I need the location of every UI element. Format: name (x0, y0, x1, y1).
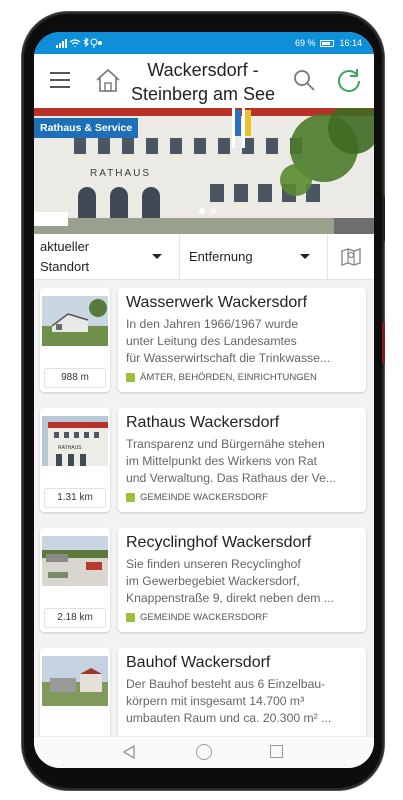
distance-label: 1.31 km (44, 488, 106, 508)
sort-select[interactable]: Entfernung (180, 234, 328, 280)
carousel-dot-active[interactable] (199, 208, 205, 214)
clock: 16:14 (339, 38, 362, 48)
item-description: Sie finden unseren Recyclinghof im Gewer… (126, 556, 358, 607)
desc-line: für Wasserwirtschaft die Trinkwasse... (126, 351, 331, 365)
app-header: Wackersdorf - Steinberg am See (34, 54, 374, 108)
sort-label: Entfernung (189, 249, 253, 264)
category-color-icon (126, 493, 135, 502)
depot-thumbnail (42, 656, 108, 706)
desc-line: umbauten Raum und ca. 20.300 m² ... (126, 711, 332, 725)
list-item[interactable]: 988 m Wasserwerk Wackersdorf In den Jahr… (40, 288, 368, 400)
volume-button (382, 196, 385, 242)
desc-line: Sie finden unseren Recyclinghof (126, 557, 301, 571)
chevron-down-icon (152, 254, 162, 259)
thumbnail-card[interactable] (40, 648, 110, 736)
category-label: GEMEINDE WACKERSDORF (140, 612, 268, 623)
thumbnail-card[interactable]: RATHAUS 1.31 km (40, 408, 110, 512)
content-card[interactable]: Rathaus Wackersdorf Transparenz und Bürg… (118, 408, 366, 512)
chevron-down-icon (300, 254, 310, 259)
signal-icon (56, 38, 102, 48)
hero-banner[interactable]: RATHAUS Rathaus & Service (34, 108, 374, 234)
map-button[interactable] (328, 234, 374, 279)
item-description: Der Bauhof besteht aus 6 Einzelbau- körp… (126, 676, 358, 727)
screen: 69 % 16:14 Wackersdorf - Steinberg am Se… (34, 32, 374, 768)
desc-line: unter Leitung des Landesamtes (126, 334, 297, 348)
desc-line: im Gewerbegebiet Wackersdorf, (126, 574, 300, 588)
item-description: In den Jahren 1966/1967 wurde unter Leit… (126, 316, 358, 367)
status-icons (56, 38, 102, 48)
search-icon[interactable] (292, 68, 316, 92)
category-tag: GEMEINDE WACKERSDORF (126, 492, 268, 503)
item-title: Wasserwerk Wackersdorf (126, 294, 308, 311)
carousel-dot[interactable] (210, 208, 216, 214)
list-item[interactable]: Bauhof Wackersdorf Der Bauhof besteht au… (40, 648, 368, 736)
back-icon[interactable] (122, 745, 136, 759)
map-icon (341, 248, 361, 266)
content-card[interactable]: Recyclinghof Wackersdorf Sie finden unse… (118, 528, 366, 632)
location-label-line2: Standort (40, 259, 90, 274)
desc-line: Transparenz und Bürgernähe stehen (126, 437, 325, 451)
battery-percent: 69 % (294, 38, 316, 48)
location-label-line1: aktueller (40, 239, 90, 254)
page-title: Wackersdorf - Steinberg am See (130, 60, 276, 104)
refresh-icon[interactable] (335, 66, 363, 94)
desc-line: und Verwaltung. Das Rathaus der Ve... (126, 471, 337, 485)
list-item[interactable]: 2.18 km Recyclinghof Wackersdorf Sie fin… (40, 528, 368, 640)
content-card[interactable]: Wasserwerk Wackersdorf In den Jahren 196… (118, 288, 366, 392)
thumbnail-card[interactable]: 988 m (40, 288, 110, 392)
status-right: 69 % 16:14 (295, 38, 362, 48)
status-bar: 69 % 16:14 (34, 32, 374, 54)
desc-line: im Mittelpunkt des Wirkens von Rat (126, 454, 318, 468)
power-button (382, 322, 385, 364)
category-color-icon (126, 613, 135, 622)
svg-text:RATHAUS: RATHAUS (58, 445, 82, 451)
menu-icon[interactable] (50, 72, 70, 88)
desc-line: In den Jahren 1966/1967 wurde (126, 317, 299, 331)
poi-list: 988 m Wasserwerk Wackersdorf In den Jahr… (34, 280, 374, 736)
home-icon[interactable] (94, 66, 122, 94)
item-title: Bauhof Wackersdorf (126, 654, 271, 671)
category-tag: ÄMTER, BEHÖRDEN, EINRICHTUNGEN (126, 372, 317, 383)
building-sign: RATHAUS (90, 168, 151, 179)
category-label: ÄMTER, BEHÖRDEN, EINRICHTUNGEN (140, 372, 317, 383)
home-nav-icon[interactable] (196, 744, 212, 760)
distance-label: 988 m (44, 368, 106, 388)
recent-apps-icon[interactable] (270, 745, 283, 758)
battery-icon (320, 39, 335, 47)
desc-line: Der Bauhof besteht aus 6 Einzelbau- (126, 677, 326, 691)
item-title: Recyclinghof Wackersdorf (126, 534, 312, 551)
list-item[interactable]: RATHAUS 1.31 km Rathaus Wackersdorf Tran… (40, 408, 368, 520)
desc-line: körpern mit insgesamt 14.700 m³ (126, 694, 305, 708)
category-label: GEMEINDE WACKERSDORF (140, 492, 268, 503)
item-title: Rathaus Wackersdorf (126, 414, 280, 431)
desc-line: Knappenstraße 9, direkt neben dem ... (126, 591, 334, 605)
distance-label: 2.18 km (44, 608, 106, 628)
content-card[interactable]: Bauhof Wackersdorf Der Bauhof besteht au… (118, 648, 366, 736)
location-select[interactable]: aktueller Standort (34, 234, 180, 280)
thumbnail-card[interactable]: 2.18 km (40, 528, 110, 632)
item-description: Transparenz und Bürgernähe stehen im Mit… (126, 436, 358, 487)
recycling-yard-thumbnail (42, 536, 108, 586)
town-hall-thumbnail: RATHAUS (42, 416, 108, 466)
category-badge: Rathaus & Service (34, 118, 139, 138)
waterworks-thumbnail (42, 296, 108, 346)
category-tag: GEMEINDE WACKERSDORF (126, 612, 268, 623)
system-nav-bar (34, 736, 374, 768)
category-color-icon (126, 373, 135, 382)
filter-bar: aktueller Standort Entfernung (34, 234, 374, 280)
